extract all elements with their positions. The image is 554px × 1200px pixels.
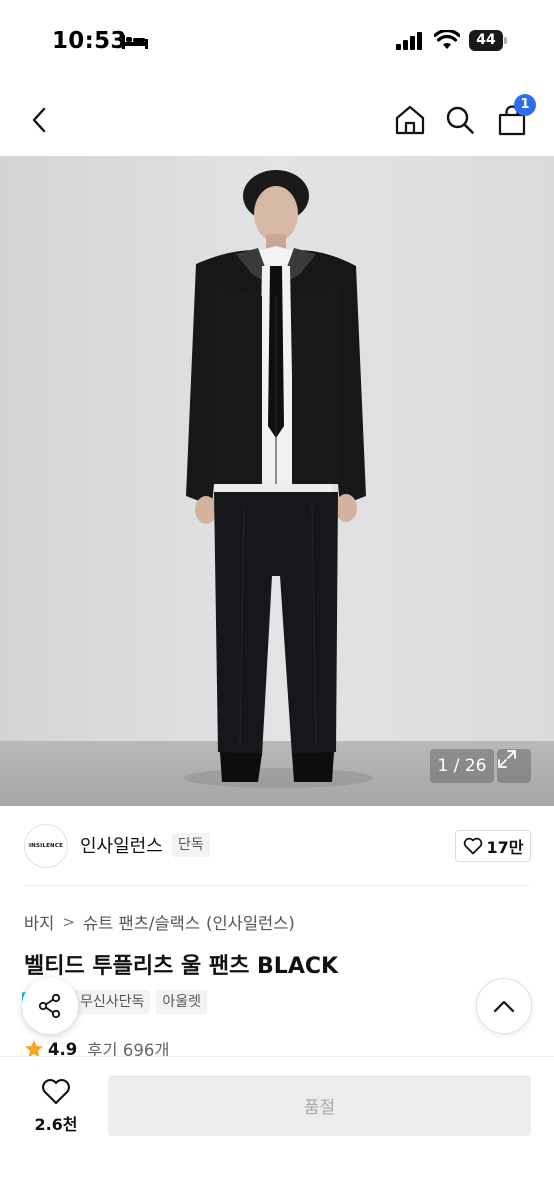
breadcrumb-brand[interactable]: (인사일런스)	[206, 910, 295, 934]
app-header: 1	[0, 84, 554, 156]
cart-button[interactable]: 1	[492, 94, 536, 142]
exclusive-tag: 단독	[172, 833, 210, 857]
heart-icon	[463, 837, 482, 855]
expand-image-button[interactable]	[497, 749, 531, 783]
status-bar: 10:53 44	[0, 0, 554, 84]
breadcrumb-category[interactable]: 바지	[24, 910, 54, 934]
sold-out-button[interactable]: 품절	[108, 1075, 531, 1136]
cart-count-badge: 1	[514, 94, 536, 116]
expand-icon	[498, 750, 516, 768]
product-title: 벨티드 투플리츠 울 팬츠 BLACK	[24, 954, 339, 979]
image-counter: 1 / 26	[430, 749, 494, 783]
brand-like-button[interactable]: 17만	[455, 830, 531, 862]
battery-level: 44	[476, 32, 496, 48]
search-icon	[446, 106, 474, 134]
tag-musinsa-exclusive: 무신사단독	[74, 990, 151, 1014]
brand-row: INSILENCE 인사일런스 단독 17만	[0, 806, 554, 886]
search-button[interactable]	[440, 98, 480, 142]
battery-icon: 44	[469, 30, 507, 51]
share-icon	[38, 993, 61, 1019]
brand-logo[interactable]: INSILENCE	[24, 824, 68, 868]
wifi-icon	[434, 30, 460, 49]
product-image-gallery[interactable]: 1 / 26	[0, 156, 554, 806]
back-button[interactable]	[20, 98, 60, 142]
chevron-up-icon	[493, 1000, 515, 1013]
divider	[24, 885, 530, 886]
breadcrumb: 바지 > 슈트 팬츠/슬랙스 (인사일런스)	[24, 910, 295, 934]
heart-icon	[42, 1078, 70, 1104]
breadcrumb-subcategory[interactable]: 슈트 팬츠/슬랙스	[83, 910, 200, 934]
bed-icon	[122, 35, 148, 49]
back-arrow-icon	[32, 107, 46, 133]
status-time: 10:53	[52, 28, 127, 54]
brand-name-link[interactable]: 인사일런스	[80, 832, 163, 858]
product-photo	[0, 156, 554, 806]
wishlist-button[interactable]: 2.6천	[20, 1075, 92, 1137]
home-icon	[395, 105, 425, 135]
share-button[interactable]	[22, 978, 78, 1034]
home-button[interactable]	[390, 98, 430, 142]
bottom-action-bar: 2.6천 품절	[0, 1056, 554, 1200]
signal-icon	[396, 32, 422, 50]
brand-logo-text: INSILENCE	[28, 843, 64, 849]
brand-like-count: 17만	[486, 838, 524, 857]
scroll-top-button[interactable]	[476, 978, 532, 1034]
product-tags: 무신사단독 아울렛	[74, 990, 208, 1014]
tag-outlet: 아울렛	[156, 990, 208, 1014]
wishlist-count: 2.6천	[34, 1114, 78, 1134]
chevron-right-icon: >	[62, 913, 75, 931]
